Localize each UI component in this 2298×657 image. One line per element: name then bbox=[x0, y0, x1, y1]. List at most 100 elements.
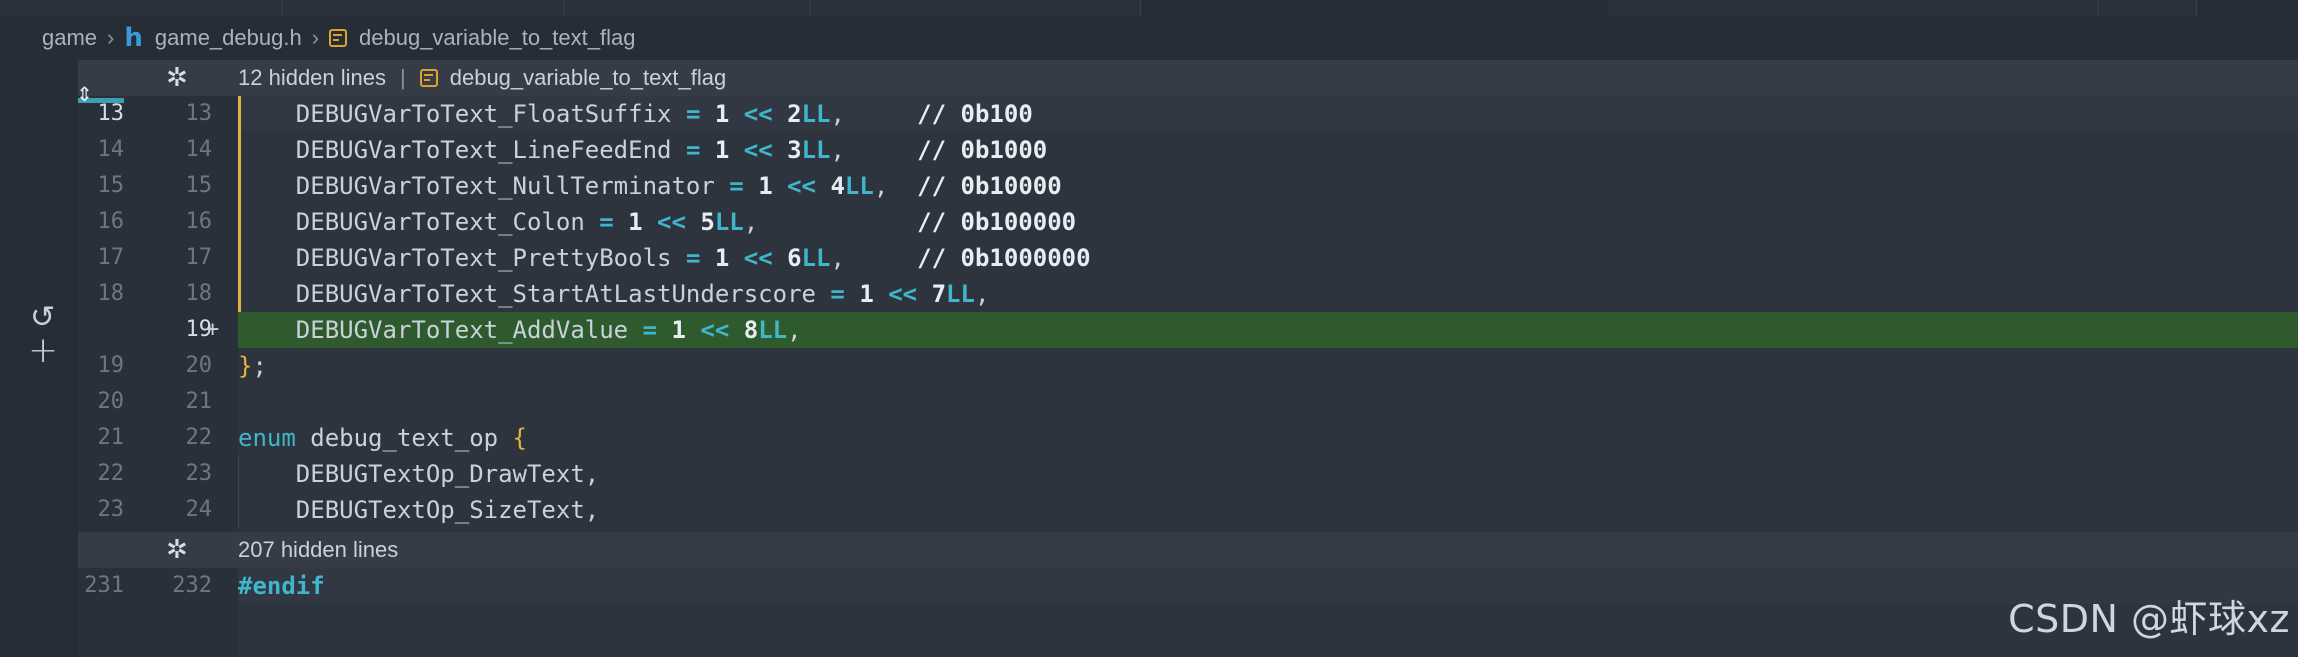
fold-separator: | bbox=[400, 65, 406, 90]
old-line-number: 16 bbox=[97, 209, 125, 234]
number-literal: 5 bbox=[700, 208, 715, 236]
literal-suffix: LL bbox=[801, 100, 831, 128]
old-line-number: 18 bbox=[97, 281, 125, 306]
fold-summary: 12 hidden lines | debug_variable_to_text… bbox=[238, 60, 726, 96]
code-line[interactable]: 21 22 enum debug_text_op { bbox=[78, 420, 2298, 456]
tab-6[interactable] bbox=[2100, 0, 2197, 16]
preprocessor-directive: #endif bbox=[238, 572, 325, 600]
literal-suffix: LL bbox=[946, 280, 975, 308]
hidden-lines-label: 12 hidden lines bbox=[238, 65, 387, 90]
old-line-number: 231 bbox=[84, 573, 124, 598]
code-line[interactable]: 17 17 DEBUGVarToText_PrettyBools = 1 << 6… bbox=[78, 240, 2298, 276]
line-highlight bbox=[238, 568, 2298, 604]
code-text: DEBUGTextOp_DrawText, bbox=[295, 460, 600, 488]
old-line-number: 21 bbox=[97, 425, 125, 450]
old-line-number: 15 bbox=[97, 173, 125, 198]
number-literal: 2 bbox=[787, 100, 802, 128]
old-line-number bbox=[78, 312, 124, 348]
new-line-number: 13 bbox=[185, 101, 213, 126]
identifier: DEBUGVarToText_NullTerminator bbox=[295, 172, 715, 200]
code-text: DEBUGVarToText_FloatSuffix = 1 << 2LL, /… bbox=[295, 100, 1033, 128]
code-text: }; bbox=[238, 352, 267, 380]
unfold-icon[interactable]: ✲ bbox=[166, 532, 188, 568]
comment: // 0b100 bbox=[917, 100, 1033, 128]
fold-region-bottom[interactable]: ✲ 207 hidden lines bbox=[78, 532, 2298, 568]
breadcrumb-folder[interactable]: game bbox=[42, 25, 97, 51]
indent-guide bbox=[238, 456, 239, 528]
code-line[interactable]: 16 16 DEBUGVarToText_Colon = 1 << 5LL, //… bbox=[78, 204, 2298, 240]
tab-strip bbox=[0, 0, 2298, 16]
operator: = bbox=[642, 316, 658, 344]
new-line-number: 21 bbox=[185, 389, 213, 414]
comment: // 0b10000 bbox=[917, 172, 1062, 200]
identifier: DEBUGVarToText_PrettyBools bbox=[295, 244, 672, 272]
old-line-number: 22 bbox=[97, 461, 125, 486]
new-line-number: 16 bbox=[185, 209, 213, 234]
unfold-icon[interactable]: ✲ bbox=[166, 60, 188, 96]
number-literal: 1 bbox=[671, 316, 686, 344]
code-line[interactable]: 23 24 DEBUGTextOp_SizeText, bbox=[78, 492, 2298, 528]
new-line-number: 19 bbox=[185, 317, 213, 342]
operator: << bbox=[743, 100, 773, 128]
comment: // 0b1000000 bbox=[917, 244, 1091, 272]
new-line-number: 232 bbox=[172, 573, 212, 598]
operator: = bbox=[685, 136, 701, 164]
stage-change-plus-icon[interactable]: + bbox=[28, 330, 58, 371]
tab-5[interactable] bbox=[1608, 0, 2099, 16]
identifier: DEBUGVarToText_StartAtLastUnderscore bbox=[295, 280, 816, 308]
breadcrumb-file[interactable]: h game_debug.h bbox=[124, 23, 301, 53]
operator: << bbox=[888, 280, 918, 308]
breadcrumb-symbol[interactable]: debug_variable_to_text_flag bbox=[329, 25, 635, 51]
operator: = bbox=[830, 280, 845, 308]
old-line-number: 14 bbox=[97, 137, 125, 162]
new-line-number: 24 bbox=[185, 497, 213, 522]
operator: << bbox=[700, 316, 730, 344]
code-line[interactable]: 15 15 DEBUGVarToText_NullTerminator = 1 <… bbox=[78, 168, 2298, 204]
comment: // 0b100000 bbox=[917, 208, 1077, 236]
code-text: DEBUGVarToText_PrettyBools = 1 << 6LL, /… bbox=[295, 244, 1091, 272]
diff-gutter-actions: ↺ + bbox=[0, 60, 78, 657]
number-literal: 1 bbox=[714, 100, 730, 128]
code-line[interactable]: 19 20}; bbox=[78, 348, 2298, 384]
new-line-number: 15 bbox=[185, 173, 213, 198]
old-line-number: 23 bbox=[97, 497, 125, 522]
code-line[interactable]: 13 13 DEBUGVarToText_FloatSuffix = 1 << 2… bbox=[78, 96, 2298, 132]
identifier: DEBUGVarToText_LineFeedEnd bbox=[295, 136, 672, 164]
operator: = bbox=[685, 100, 701, 128]
literal-suffix: LL bbox=[844, 172, 874, 200]
literal-suffix: LL bbox=[801, 244, 831, 272]
number-literal: 1 bbox=[628, 208, 643, 236]
code-text: DEBUGVarToText_LineFeedEnd = 1 << 3LL, /… bbox=[295, 136, 1048, 164]
code-text: DEBUGVarToText_Colon = 1 << 5LL, // 0b10… bbox=[295, 208, 1077, 236]
literal-suffix: LL bbox=[801, 136, 831, 164]
chevron-right-icon: › bbox=[107, 25, 115, 50]
operator: = bbox=[599, 208, 614, 236]
identifier: DEBUGVarToText_AddValue bbox=[295, 316, 629, 344]
code-line[interactable]: 231 232 #endif bbox=[78, 568, 2298, 604]
enum-symbol-icon bbox=[419, 69, 438, 87]
operator: << bbox=[787, 172, 816, 200]
number-literal: 1 bbox=[758, 172, 773, 200]
number-literal: 6 bbox=[787, 244, 802, 272]
breadcrumb: game › h game_debug.h › debug_variable_t… bbox=[0, 16, 2298, 60]
added-code-line[interactable]: 19 + DEBUGVarToText_AddValue = 1 << 8LL, bbox=[78, 312, 2298, 348]
tab-1[interactable] bbox=[0, 0, 283, 16]
tab-4[interactable] bbox=[812, 0, 1141, 16]
identifier: debug_text_op bbox=[310, 424, 499, 452]
code-line[interactable]: 18 18 DEBUGVarToText_StartAtLastUnderscor… bbox=[78, 276, 2298, 312]
operator: << bbox=[657, 208, 686, 236]
hidden-lines-label: 207 hidden lines bbox=[238, 537, 399, 562]
comment: // 0b1000 bbox=[917, 136, 1048, 164]
code-line[interactable]: 22 23 DEBUGTextOp_DrawText, bbox=[78, 456, 2298, 492]
tab-2[interactable] bbox=[284, 0, 565, 16]
tab-3[interactable] bbox=[566, 0, 811, 16]
code-line[interactable]: 20 21 bbox=[78, 384, 2298, 420]
code-text: DEBUGVarToText_NullTerminator = 1 << 4LL… bbox=[295, 172, 1062, 200]
breadcrumb-file-label: game_debug.h bbox=[154, 25, 302, 50]
watermark: CSDN @虾球xz bbox=[2008, 597, 2290, 641]
fold-region-top[interactable]: ✲ 12 hidden lines | debug_variable_to_te… bbox=[78, 60, 2298, 96]
literal-suffix: LL bbox=[714, 208, 744, 236]
diff-editor[interactable]: ✲ 12 hidden lines | debug_variable_to_te… bbox=[76, 60, 2298, 657]
code-line[interactable]: 14 14 DEBUGVarToText_LineFeedEnd = 1 << 3… bbox=[78, 132, 2298, 168]
code-text: enum debug_text_op { bbox=[238, 420, 527, 456]
